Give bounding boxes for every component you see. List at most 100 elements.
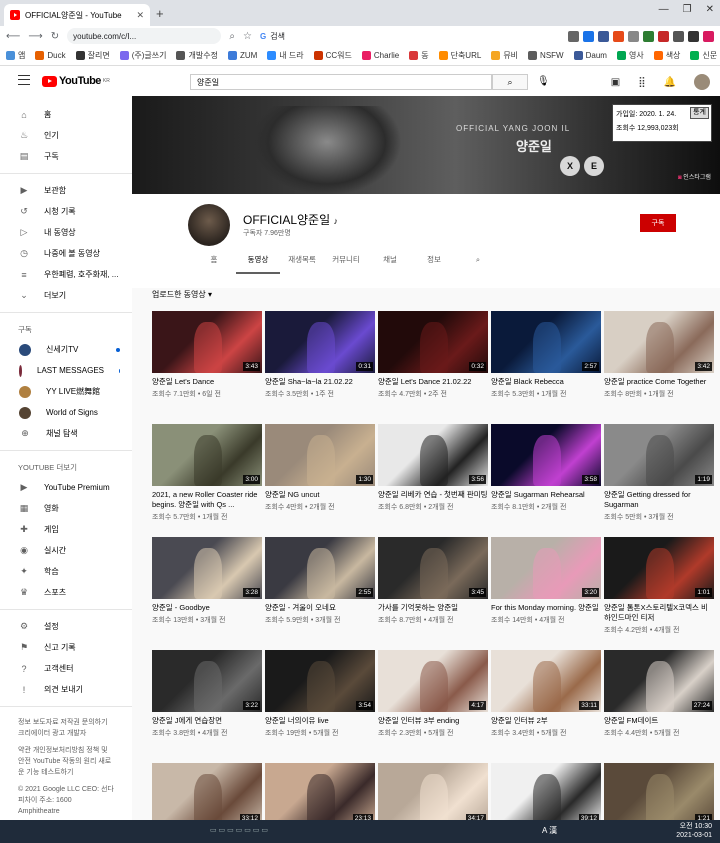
video-card[interactable]: 3:58 양준일 Sugarman Rehearsal 조회수 8.1만회 • 2개… — [491, 424, 601, 512]
sidebar-item[interactable]: ◷ 나중에 볼 동영상 — [0, 243, 132, 264]
new-tab-icon[interactable]: + — [156, 6, 164, 21]
video-title[interactable]: 양준일 Sugarman Rehearsal — [491, 490, 601, 500]
bookmark-item[interactable]: Daum — [573, 51, 607, 60]
ime-indicator[interactable]: A 漢 — [542, 825, 557, 836]
footer-links[interactable]: 정보 보도자료 저작권 문의하기 크리에이터 광고 개발자 — [18, 717, 114, 739]
video-card[interactable]: 1:30 양준일 NG uncut 조회수 4만회 • 2개월 전 — [265, 424, 375, 512]
close-window-icon[interactable]: ✕ — [706, 4, 714, 15]
video-card[interactable]: 3:43 양준일 Let's Dance 조회수 7.1만회 • 6일 전 — [152, 311, 262, 399]
video-thumbnail[interactable]: 3:42 — [604, 311, 714, 373]
video-thumbnail[interactable]: 4:17 — [378, 650, 488, 712]
bookmark-item[interactable]: 단축URL — [438, 50, 481, 61]
sidebar-subscription[interactable]: LAST MESSAGES — [0, 360, 132, 381]
video-thumbnail[interactable]: 33:12 — [152, 763, 262, 825]
video-card[interactable]: 27:24 양준일 FM데이트 조회수 4.4만회 • 5개월 전 — [604, 650, 714, 738]
bookmark-item[interactable]: 색상 — [653, 50, 680, 61]
sidebar-item[interactable]: ⌄ 더보기 — [0, 285, 132, 306]
minimize-icon[interactable]: — — [659, 4, 669, 15]
avatar[interactable] — [694, 74, 710, 90]
video-title[interactable]: 양준일 인터뷰 3부 ending — [378, 716, 488, 726]
channel-tab[interactable]: 재생목록 — [280, 252, 324, 274]
bookmark-item[interactable]: 영사 — [616, 50, 644, 61]
bookmark-item[interactable]: 내 드라 — [267, 50, 304, 61]
channel-tab[interactable]: 홈 — [192, 252, 236, 274]
sidebar-subscription[interactable]: 신세기TV — [0, 339, 132, 360]
video-card[interactable]: 3:42 양준일 practice Come Together 조회수 8만회 • … — [604, 311, 714, 399]
video-title[interactable]: 양준일 너의이유 live — [265, 716, 375, 726]
extension-icon[interactable] — [688, 30, 699, 42]
video-thumbnail[interactable]: 3:56 — [378, 424, 488, 486]
reload-icon[interactable]: ↻ — [51, 31, 59, 42]
video-title[interactable]: 2021, a new Roller Coaster ride begins. … — [152, 490, 262, 510]
bookmark-item[interactable]: NSFW — [528, 51, 564, 60]
sidebar-item[interactable]: ▷ 내 동영상 — [0, 222, 132, 243]
sidebar-subscription[interactable]: World of Signs — [0, 402, 132, 423]
address-bar[interactable]: youtube.com/c/I... — [67, 28, 222, 44]
bookmark-item[interactable]: Duck — [35, 51, 66, 60]
video-title[interactable]: 양준일 Let's Dance — [152, 377, 262, 387]
create-video-icon[interactable]: ▣ — [611, 77, 620, 88]
bookmark-item[interactable]: 잘리면 — [75, 50, 110, 61]
subscribe-button[interactable]: 구독 — [640, 214, 676, 232]
footer-links[interactable]: © 2021 Google LLC CEO: 선다 피차이 주소: 1600 A… — [18, 784, 114, 817]
maximize-icon[interactable]: ❐ — [683, 4, 692, 15]
video-thumbnail[interactable]: 3:20 — [491, 537, 601, 599]
sidebar-item[interactable]: ✦ 학습 — [0, 561, 132, 582]
video-thumbnail[interactable]: 3:22 — [152, 650, 262, 712]
video-title[interactable]: 양준일 NG uncut — [265, 490, 375, 500]
extension-icon[interactable] — [568, 30, 579, 42]
video-card[interactable]: 39:12 — [491, 763, 601, 825]
channel-avatar[interactable] — [188, 204, 230, 246]
channel-tab[interactable]: 동영상 — [236, 252, 280, 274]
video-title[interactable]: 양준일 Sha~la~la 21.02.22 — [265, 377, 375, 387]
bookmark-star-icon[interactable]: ☆ — [243, 31, 252, 42]
extension-icon[interactable] — [673, 30, 684, 42]
video-thumbnail[interactable]: 34:17 — [378, 763, 488, 825]
youtube-logo[interactable]: YouTube KR — [42, 75, 110, 87]
video-thumbnail[interactable]: 0:31 — [265, 311, 375, 373]
extension-icon[interactable] — [628, 30, 639, 42]
sidebar-item[interactable]: ▤ 구독 — [0, 146, 132, 167]
sidebar-item[interactable]: ? 고객센터 — [0, 658, 132, 679]
channel-tab[interactable]: 채널 — [368, 252, 412, 274]
sidebar-item[interactable]: ✚ 게임 — [0, 519, 132, 540]
video-card[interactable]: 0:31 양준일 Sha~la~la 21.02.22 조회수 3.5만회 • 1주… — [265, 311, 375, 399]
bookmark-item[interactable]: Charlie — [361, 51, 399, 60]
clock[interactable]: 오전 10:30 2021-03-01 — [676, 822, 712, 840]
sidebar-item[interactable]: ♨ 인기 — [0, 125, 132, 146]
video-thumbnail[interactable]: 3:54 — [265, 650, 375, 712]
video-card[interactable]: 3:00 2021, a new Roller Coaster ride begi… — [152, 424, 262, 522]
video-card[interactable]: 1:19 양준일 Getting dressed for Sugarman 조회수 … — [604, 424, 714, 522]
bookmark-item[interactable]: ZUM — [227, 51, 257, 60]
search-input[interactable]: 양준일 — [190, 74, 492, 90]
video-title[interactable]: 양준일 Let's Dance 21.02.22 — [378, 377, 488, 387]
video-thumbnail[interactable]: 33:11 — [491, 650, 601, 712]
sidebar-subscription[interactable]: YY LIVE燃舞館 — [0, 381, 132, 402]
bookmark-item[interactable]: 뮤비 — [491, 50, 518, 61]
video-card[interactable]: 23:13 — [265, 763, 375, 825]
sidebar-item[interactable]: ⚙ 설정 — [0, 616, 132, 637]
stats-button[interactable]: 통계 — [690, 107, 709, 119]
video-title[interactable]: 양준일 FM데이트 — [604, 716, 714, 726]
video-title[interactable]: 양준일 리베카 연습 - 첫번째 판미팅 — [378, 490, 488, 500]
sidebar-item[interactable]: ♛ 스포츠 — [0, 582, 132, 603]
video-thumbnail[interactable]: 3:45 — [378, 537, 488, 599]
video-thumbnail[interactable]: 23:13 — [265, 763, 375, 825]
bookmark-item[interactable]: 동 — [409, 50, 429, 61]
video-card[interactable]: 3:45 가사를 기억못하는 양준일 조회수 8.7만회 • 4개월 전 — [378, 537, 488, 625]
video-title[interactable]: 양준일 - Goodbye — [152, 603, 262, 613]
video-thumbnail[interactable]: 3:58 — [491, 424, 601, 486]
video-card[interactable]: 3:54 양준일 너의이유 live 조회수 19만회 • 5개월 전 — [265, 650, 375, 738]
sidebar-item[interactable]: ↺ 시청 기록 — [0, 201, 132, 222]
video-title[interactable]: 양준일 J에게 연습장면 — [152, 716, 262, 726]
forward-icon[interactable]: ⟶ — [28, 31, 42, 42]
video-title[interactable]: 가사를 기억못하는 양준일 — [378, 603, 488, 613]
video-title[interactable]: 양준일 - 겨울이 오네요 — [265, 603, 375, 613]
sidebar-item[interactable]: ≡ 우한폐렴, 호주화재, ... — [0, 264, 132, 285]
video-card[interactable]: 1:21 — [604, 763, 714, 825]
instagram-link[interactable]: ◙ 인스타그램 — [678, 172, 711, 181]
sidebar-item[interactable]: ⌂ 홈 — [0, 104, 132, 125]
video-card[interactable]: 2:55 양준일 - 겨울이 오네요 조회수 5.9만회 • 3개월 전 — [265, 537, 375, 625]
video-card[interactable]: 0:32 양준일 Let's Dance 21.02.22 조회수 4.7만회 • … — [378, 311, 488, 399]
video-title[interactable]: 양준일 Black Rebecca — [491, 377, 601, 387]
